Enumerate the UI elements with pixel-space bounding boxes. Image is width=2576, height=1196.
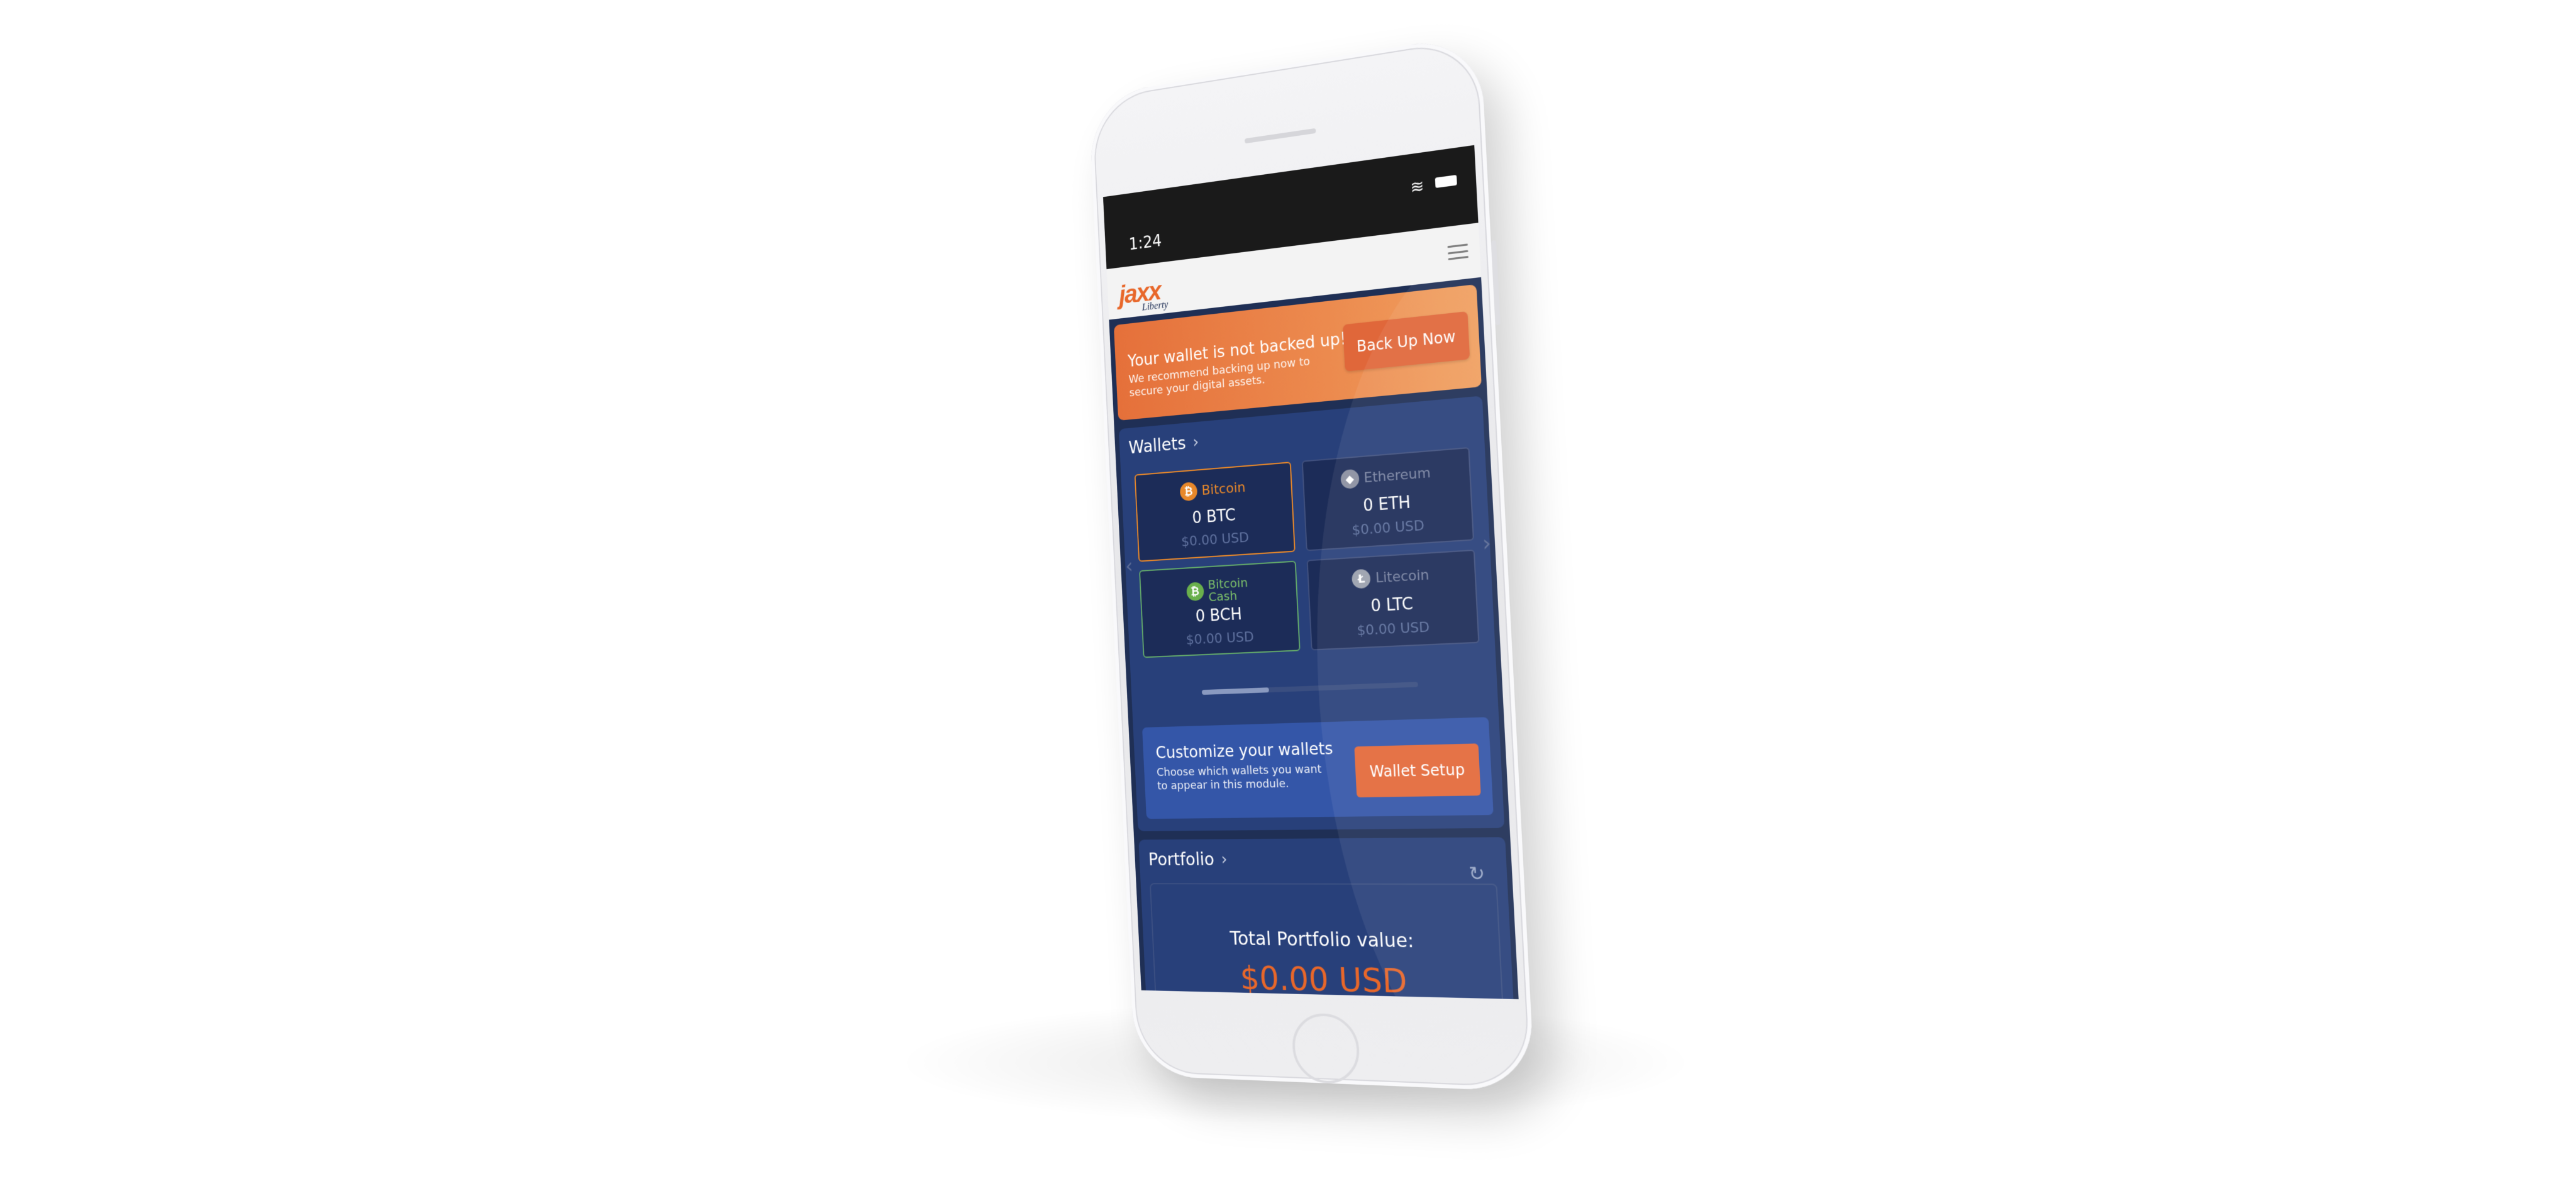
- refresh-icon[interactable]: ↻: [1468, 863, 1485, 885]
- ethereum-icon: ◆: [1340, 468, 1360, 490]
- home-button[interactable]: [1291, 1012, 1361, 1085]
- side-button: [1491, 240, 1501, 326]
- wifi-icon: ≋: [1409, 177, 1425, 198]
- chevron-right-icon: ›: [1192, 432, 1199, 452]
- wallet-amount: 0 LTC: [1370, 594, 1414, 616]
- wallet-name: Bitcoin: [1201, 479, 1246, 499]
- chevron-right-icon: ›: [1220, 850, 1228, 869]
- status-time: 1:24: [1128, 231, 1162, 255]
- wallet-amount: 0 BCH: [1195, 605, 1243, 626]
- bitcoin-icon: ₿: [1179, 482, 1198, 502]
- wallet-name: Bitcoin Cash: [1207, 575, 1248, 605]
- wallet-card-ethereum[interactable]: ◆ Ethereum 0 ETH $0.00 USD: [1301, 446, 1474, 551]
- phone-device: 1:24 ≋ jaxx Liberty Your wallet is not b…: [1088, 33, 1536, 1092]
- wallet-card-litecoin[interactable]: Ł Litecoin 0 LTC $0.00 USD: [1306, 549, 1480, 651]
- portfolio-title: Portfolio: [1148, 849, 1215, 870]
- dashboard-content: Your wallet is not backed up! We recomme…: [1109, 277, 1519, 1000]
- chevron-left-icon[interactable]: ‹: [1124, 554, 1133, 579]
- wallet-usd-value: $0.00 USD: [1357, 619, 1430, 640]
- wallet-card-bitcoin-cash[interactable]: ₿ Bitcoin Cash 0 BCH $0.00 USD: [1139, 560, 1301, 658]
- wallet-name-row: ₿ Bitcoin: [1136, 474, 1291, 504]
- scrollbar-thumb[interactable]: [1201, 687, 1270, 695]
- portfolio-header[interactable]: Portfolio ›: [1148, 848, 1496, 870]
- litecoin-icon: Ł: [1352, 568, 1372, 589]
- wallet-usd-value: $0.00 USD: [1185, 629, 1255, 648]
- wallet-usd-value: $0.00 USD: [1180, 529, 1250, 550]
- wallet-amount: 0 ETH: [1362, 493, 1411, 516]
- wallets-title: Wallets: [1128, 433, 1187, 458]
- chevron-right-icon[interactable]: ›: [1482, 530, 1492, 556]
- customize-wallets-card: Customize your wallets Choose which wall…: [1142, 717, 1494, 819]
- wallet-name-row: ◆ Ethereum: [1304, 460, 1470, 492]
- wallet-usd-value: $0.00 USD: [1352, 518, 1425, 539]
- wallet-setup-button[interactable]: Wallet Setup: [1354, 743, 1481, 798]
- battery-icon: [1435, 175, 1457, 189]
- back-up-now-button[interactable]: Back Up Now: [1343, 311, 1470, 372]
- wallet-name: Ethereum: [1363, 465, 1431, 486]
- wallet-name-row: Ł Litecoin: [1309, 563, 1475, 592]
- hamburger-menu-icon[interactable]: [1447, 243, 1469, 260]
- portfolio-panel: Portfolio › ↻ Total Portfolio value: $0.…: [1138, 837, 1519, 1000]
- stage: 1:24 ≋ jaxx Liberty Your wallet is not b…: [0, 0, 2576, 1196]
- wallets-panel: Wallets › ‹ › ₿ Bitcoin 0 BTC $0.00 USD …: [1118, 396, 1505, 831]
- portfolio-value-label: Total Portfolio value:: [1229, 927, 1414, 953]
- wallet-amount: 0 BTC: [1191, 506, 1236, 528]
- customize-description: Choose which wallets you want to appear …: [1156, 762, 1322, 793]
- wallet-grid: ‹ › ₿ Bitcoin 0 BTC $0.00 USD ◆ Ethereum…: [1124, 446, 1492, 658]
- bitcoin-cash-icon: ₿: [1185, 582, 1204, 602]
- portfolio-summary: ↻ Total Portfolio value: $0.00 USD: [1149, 863, 1507, 1000]
- earpiece-speaker: [1244, 128, 1316, 144]
- wallet-name: Litecoin: [1375, 567, 1430, 586]
- wallet-carousel-scrollbar[interactable]: [1201, 682, 1418, 695]
- portfolio-value: $0.00 USD: [1239, 960, 1408, 1000]
- jaxx-logo-subtitle: Liberty: [1141, 299, 1169, 313]
- phone-screen: 1:24 ≋ jaxx Liberty Your wallet is not b…: [1102, 145, 1519, 1000]
- wallet-card-bitcoin[interactable]: ₿ Bitcoin 0 BTC $0.00 USD: [1134, 462, 1296, 562]
- customize-title: Customize your wallets: [1155, 739, 1334, 763]
- wallet-name-row: ₿ Bitcoin Cash: [1141, 573, 1297, 607]
